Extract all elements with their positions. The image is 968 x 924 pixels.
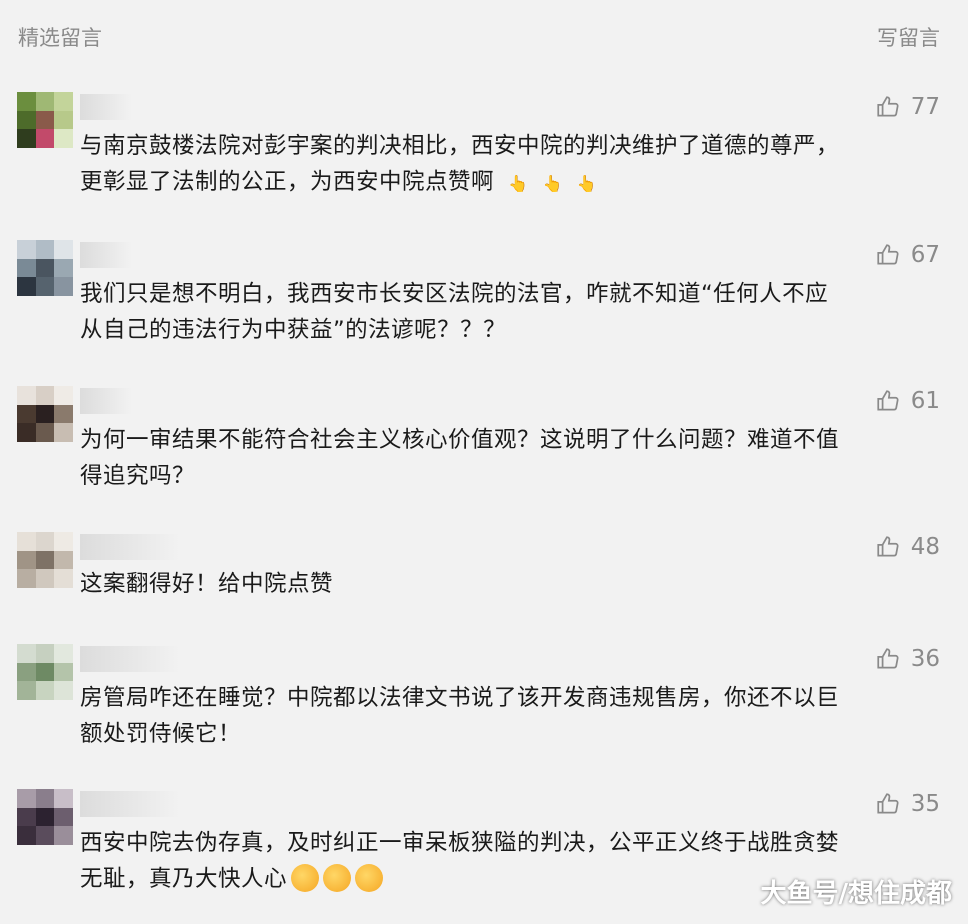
nickname-blurred (80, 242, 132, 268)
comment-text: 这案翻得好！给中院点赞 (80, 566, 940, 602)
comment-text-line: 更彰显了法制的公正，为西安中院点赞啊 👆 👆 👆 (80, 164, 940, 202)
avatar[interactable] (17, 386, 73, 442)
comment-text-line: 房管局咋还在睡觉？中院都以法律文书说了该开发商违规售房，你还不以巨 (80, 685, 840, 711)
comment-text-line: 为何一审结果不能符合社会主义核心价值观？这说明了什么问题？难道不值 (80, 427, 840, 453)
comment-text-line: 这案翻得好！给中院点赞 (80, 571, 334, 597)
like-button[interactable]: 77 (875, 94, 940, 120)
like-count: 48 (910, 534, 940, 560)
avatar[interactable] (17, 240, 73, 296)
like-button[interactable]: 61 (875, 388, 940, 414)
like-count: 77 (910, 94, 940, 120)
nickname-blurred (80, 94, 132, 120)
nickname-blurred (80, 646, 180, 672)
thumbs-up-icon (877, 96, 899, 117)
like-count: 67 (910, 242, 940, 268)
comment-text-line: 得追究吗？ (80, 463, 196, 489)
avatar[interactable] (17, 92, 73, 148)
like-count: 36 (910, 646, 940, 672)
like-count: 61 (910, 388, 940, 414)
pointing-hand-emoji: 👆 (508, 174, 529, 193)
pointing-hand-emoji: 👆 (576, 174, 598, 193)
avatar[interactable] (17, 789, 73, 845)
nickname-blurred (80, 388, 132, 414)
comment-text: 为何一审结果不能符合社会主义核心价值观？这说明了什么问题？难道不值 得追究吗？ (80, 422, 940, 494)
comment-text-line: 西安中院去伪存真，及时纠正一审呆板狭隘的判决，公平正义终于战胜贪婪 (80, 830, 840, 856)
comment-text: 房管局咋还在睡觉？中院都以法律文书说了该开发商违规售房，你还不以巨 额处罚侍候它… (80, 680, 940, 752)
laughing-face-emoji (323, 863, 352, 892)
comment-text-line: 我们只是想不明白，我西安市长安区法院的法官，咋就不知道“任何人不应 (80, 281, 829, 307)
thumbs-up-icon (877, 244, 899, 265)
comment-text-line: 额处罚侍候它！ (80, 721, 242, 747)
like-button[interactable]: 48 (875, 534, 940, 560)
nickname-blurred (80, 791, 180, 817)
comments-header: 精选留言 写留言 (0, 0, 968, 72)
nickname-blurred (80, 534, 180, 560)
comment-text: 与南京鼓楼法院对彭宇案的判决相比，西安中院的判决维护了道德的尊严， 更彰显了法制… (80, 128, 940, 202)
like-count: 35 (910, 791, 940, 817)
thumbs-up-icon (877, 793, 899, 814)
comment-text: 我们只是想不明白，我西安市长安区法院的法官，咋就不知道“任何人不应 从自己的违法… (80, 276, 940, 348)
pointing-hand-emoji: 👆 (542, 174, 563, 193)
comment-text-line: 与南京鼓楼法院对彭宇案的判决相比，西安中院的判决维护了道德的尊严， (80, 133, 840, 159)
thumbs-up-icon (877, 648, 899, 669)
like-button[interactable]: 36 (875, 646, 940, 672)
laughing-face-emoji (291, 863, 320, 892)
comment-text-line: 从自己的违法行为中获益”的法谚呢？？？ (80, 317, 507, 343)
write-comment-button[interactable]: 写留言 (877, 22, 940, 52)
thumbs-up-icon (877, 390, 899, 411)
thumbs-up-icon (877, 536, 899, 557)
avatar[interactable] (17, 532, 73, 588)
laughing-face-emoji (355, 863, 384, 892)
featured-comments-title: 精选留言 (18, 26, 102, 50)
avatar[interactable] (17, 644, 73, 700)
like-button[interactable]: 67 (875, 242, 940, 268)
like-button[interactable]: 35 (875, 791, 940, 817)
watermark: 大鱼号/想住成都 (760, 879, 953, 909)
